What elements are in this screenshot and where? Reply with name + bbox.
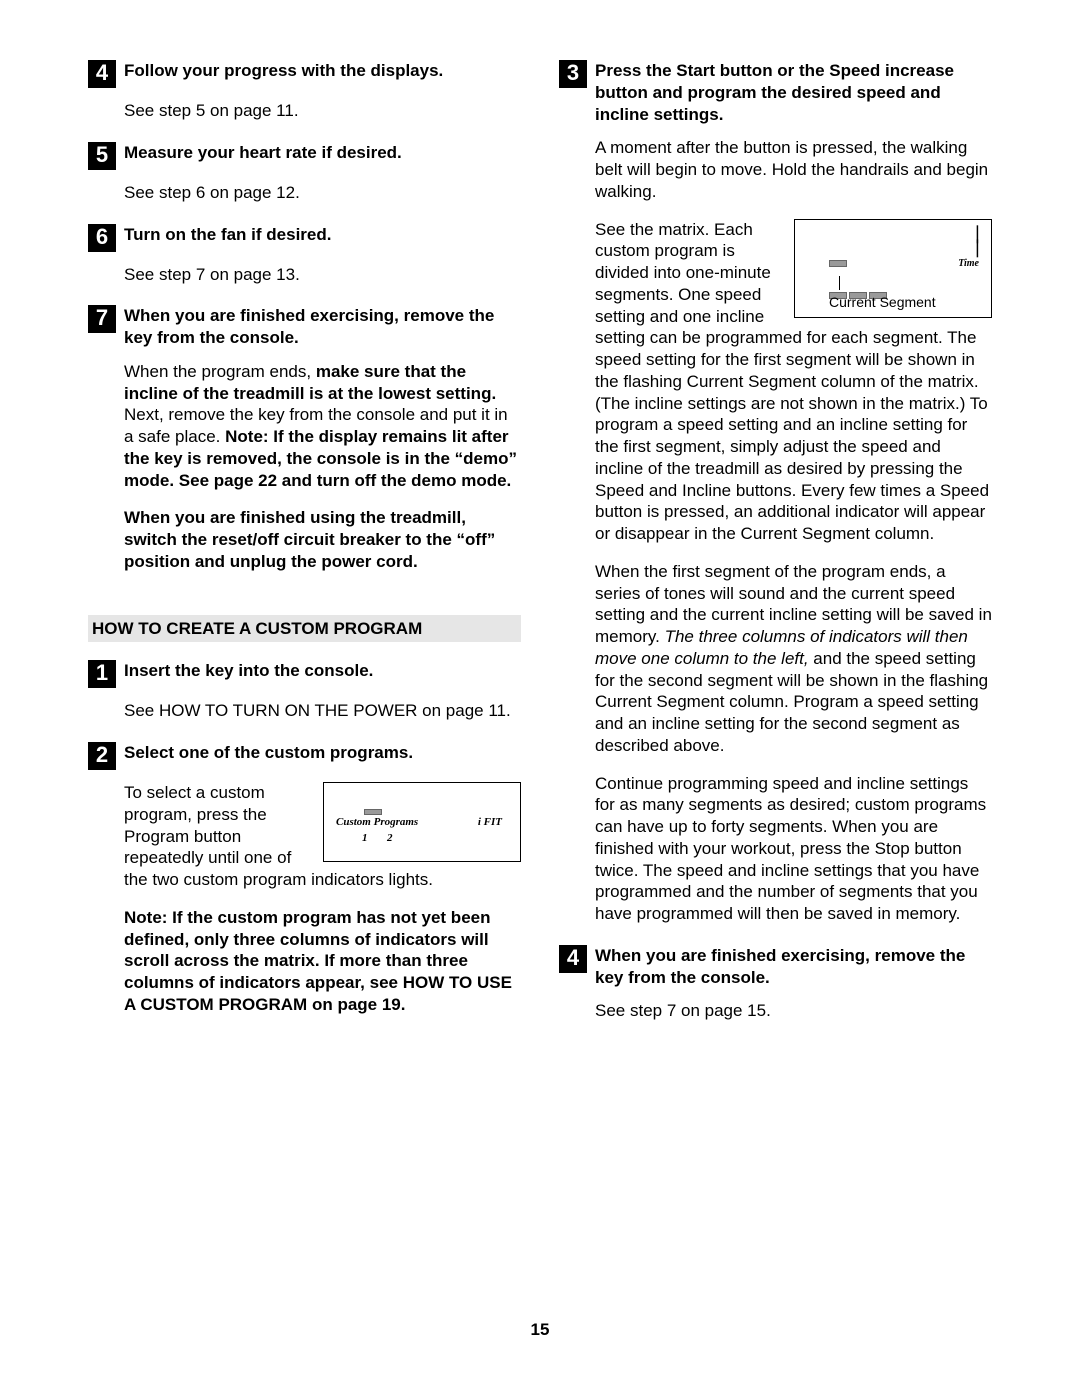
step-title: Insert the key into the console. <box>124 660 373 688</box>
step-title: When you are finished exercising, remove… <box>595 945 992 989</box>
right-step-3: 3 Press the Start button or the Speed in… <box>559 60 992 125</box>
label: Custom Programs <box>336 815 418 829</box>
section-heading: HOW TO CREATE A CUSTOM PROGRAM <box>88 615 521 643</box>
step-number: 3 <box>559 60 587 88</box>
step-body: A moment after the button is pressed, th… <box>595 137 992 925</box>
page-number: 15 <box>0 1319 1080 1341</box>
step-title: Follow your progress with the displays. <box>124 60 443 88</box>
step-title: Press the Start button or the Speed incr… <box>595 60 992 125</box>
right-column: 3 Press the Start button or the Speed in… <box>559 56 992 1042</box>
step-title: When you are finished exercising, remove… <box>124 305 521 349</box>
text: When the program ends, <box>124 362 316 381</box>
paragraph: Continue programming speed and incline s… <box>595 773 992 925</box>
step-body: See step 5 on page 11. <box>124 100 521 122</box>
step-body: Custom Programs i FIT 1 2 To select a cu… <box>124 782 521 1016</box>
step-7: 7 When you are finished exercising, remo… <box>88 305 521 349</box>
step-number: 2 <box>88 742 116 770</box>
label: i FIT <box>478 815 502 829</box>
label: 2 <box>387 831 393 845</box>
bold-text: When you are finished using the treadmil… <box>124 508 495 571</box>
step-body: See step 6 on page 12. <box>124 182 521 204</box>
step-title: Select one of the custom programs. <box>124 742 413 770</box>
step-4: 4 Follow your progress with the displays… <box>88 60 521 88</box>
step-body: See HOW TO TURN ON THE POWER on page 11. <box>124 700 521 722</box>
bold-text: Note: If the custom program has not yet … <box>124 908 512 1014</box>
step-body: See step 7 on page 13. <box>124 264 521 286</box>
step-number: 7 <box>88 305 116 333</box>
right-step-4: 4 When you are finished exercising, remo… <box>559 945 992 989</box>
step-number: 4 <box>559 945 587 973</box>
matrix-diagram: ❘ ❘ Time Current Segment <box>794 219 992 318</box>
label: Time <box>958 258 979 271</box>
step-number: 5 <box>88 142 116 170</box>
step-5: 5 Measure your heart rate if desired. <box>88 142 521 170</box>
step-number: 6 <box>88 224 116 252</box>
step-number: 1 <box>88 660 116 688</box>
label: 1 <box>362 831 368 845</box>
custom-programs-diagram: Custom Programs i FIT 1 2 <box>323 782 521 862</box>
left-column: 4 Follow your progress with the displays… <box>88 56 521 1042</box>
step-title: Turn on the fan if desired. <box>124 224 331 252</box>
custom-step-1: 1 Insert the key into the console. <box>88 660 521 688</box>
step-title: Measure your heart rate if desired. <box>124 142 402 170</box>
label: Current Segment <box>829 294 936 312</box>
custom-step-2: 2 Select one of the custom programs. <box>88 742 521 770</box>
step-body: When the program ends, make sure that th… <box>124 361 521 573</box>
tick-mark-icon: ❘ <box>970 238 985 256</box>
step-body: See step 7 on page 15. <box>595 1000 992 1022</box>
step-6: 6 Turn on the fan if desired. <box>88 224 521 252</box>
bar-icon <box>829 260 847 267</box>
pointer-line <box>839 276 840 290</box>
paragraph: A moment after the button is pressed, th… <box>595 137 992 202</box>
step-number: 4 <box>88 60 116 88</box>
